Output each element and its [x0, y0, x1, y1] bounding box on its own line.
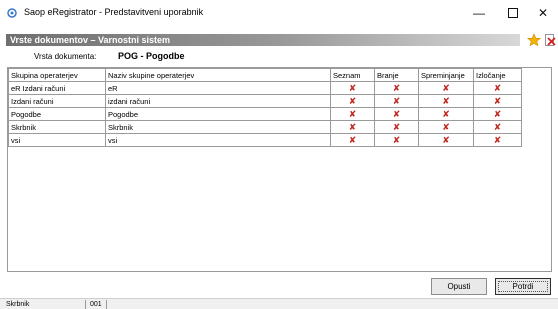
- column-header[interactable]: Izločanje: [473, 68, 522, 82]
- table-row[interactable]: Pogodbe Pogodbe ✘ ✘ ✘ ✘: [8, 107, 522, 121]
- denied-icon[interactable]: ✘: [473, 133, 522, 147]
- table-row[interactable]: Izdani računi izdani računi ✘ ✘ ✘ ✘: [8, 94, 522, 108]
- denied-icon[interactable]: ✘: [374, 81, 419, 95]
- table-row[interactable]: vsi vsi ✘ ✘ ✘ ✘: [8, 133, 522, 147]
- group-name-cell: Skrbnik: [105, 120, 331, 134]
- document-type-value: POG - Pogodbe: [118, 51, 185, 61]
- denied-icon[interactable]: ✘: [374, 107, 419, 121]
- denied-icon[interactable]: ✘: [330, 120, 375, 134]
- denied-icon[interactable]: ✘: [473, 120, 522, 134]
- denied-icon[interactable]: ✘: [330, 81, 375, 95]
- denied-icon[interactable]: ✘: [330, 107, 375, 121]
- group-cell: Skrbnik: [8, 120, 106, 134]
- permissions-table: Skupina operaterjev Naziv skupine operat…: [8, 68, 522, 147]
- group-name-cell: vsi: [105, 133, 331, 147]
- document-type-label: Vrsta dokumenta:: [34, 52, 97, 61]
- denied-icon[interactable]: ✘: [418, 133, 474, 147]
- cancel-button[interactable]: Opusti: [431, 278, 487, 295]
- maximize-button[interactable]: [496, 0, 530, 26]
- denied-icon[interactable]: ✘: [473, 94, 522, 108]
- denied-icon[interactable]: ✘: [374, 133, 419, 147]
- denied-icon[interactable]: ✘: [330, 94, 375, 108]
- group-name-cell: Pogodbe: [105, 107, 331, 121]
- denied-icon[interactable]: ✘: [330, 133, 375, 147]
- star-icon[interactable]: [527, 33, 541, 47]
- title-bar: Saop eRegistrator - Predstavitveni upora…: [0, 0, 558, 26]
- denied-icon[interactable]: ✘: [418, 81, 474, 95]
- close-icon: ✕: [537, 6, 549, 20]
- denied-icon[interactable]: ✘: [473, 107, 522, 121]
- permissions-grid[interactable]: Skupina operaterjev Naziv skupine operat…: [7, 67, 552, 272]
- table-row[interactable]: eR Izdani računi eR ✘ ✘ ✘ ✘: [8, 81, 522, 95]
- column-header[interactable]: Spreminjanje: [418, 68, 474, 82]
- denied-icon[interactable]: ✘: [374, 94, 419, 108]
- group-cell: Izdani računi: [8, 94, 106, 108]
- status-bar: Skrbnik 001: [0, 298, 558, 309]
- denied-icon[interactable]: ✘: [374, 120, 419, 134]
- column-header[interactable]: Branje: [374, 68, 419, 82]
- group-cell: Pogodbe: [8, 107, 106, 121]
- denied-icon[interactable]: ✘: [418, 120, 474, 134]
- group-name-cell: izdani računi: [105, 94, 331, 108]
- maximize-icon: [508, 7, 518, 18]
- denied-icon[interactable]: ✘: [418, 107, 474, 121]
- group-cell: vsi: [8, 133, 106, 147]
- table-row[interactable]: Skrbnik Skrbnik ✘ ✘ ✘ ✘: [8, 120, 522, 134]
- minimize-button[interactable]: —: [462, 0, 496, 26]
- minimize-icon: —: [473, 6, 485, 20]
- column-header[interactable]: Skupina operaterjev: [8, 68, 106, 82]
- window-title: Saop eRegistrator - Predstavitveni upora…: [24, 7, 204, 17]
- group-cell: eR Izdani računi: [8, 81, 106, 95]
- close-button[interactable]: ✕: [528, 0, 558, 26]
- section-title: Vrste dokumentov – Varnostni sistem: [6, 34, 520, 46]
- delete-document-icon[interactable]: [543, 33, 557, 47]
- denied-icon[interactable]: ✘: [473, 81, 522, 95]
- app-icon: [7, 8, 17, 18]
- denied-icon[interactable]: ✘: [418, 94, 474, 108]
- column-header[interactable]: Seznam: [330, 68, 375, 82]
- confirm-button[interactable]: Potrdi: [495, 278, 551, 295]
- column-header[interactable]: Naziv skupine operaterjev: [105, 68, 331, 82]
- group-name-cell: eR: [105, 81, 331, 95]
- table-header-row: Skupina operaterjev Naziv skupine operat…: [8, 68, 522, 82]
